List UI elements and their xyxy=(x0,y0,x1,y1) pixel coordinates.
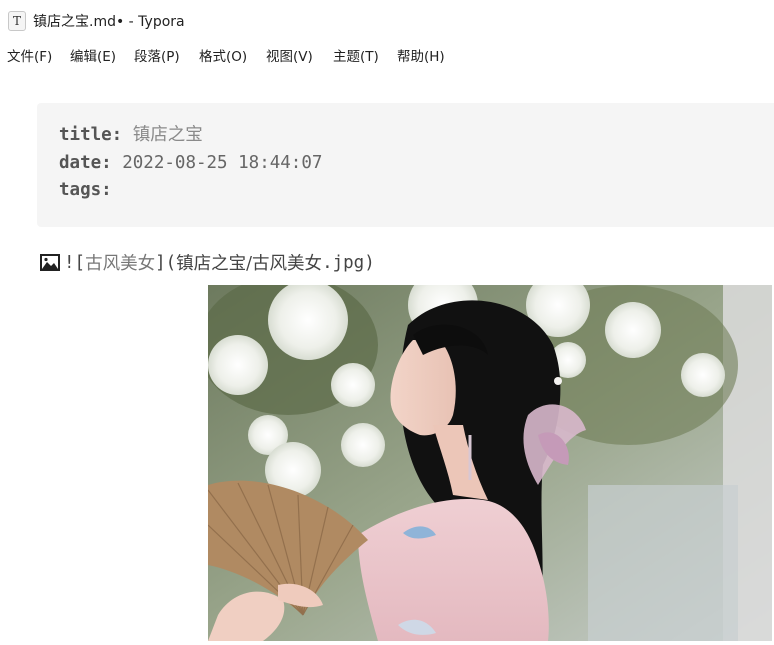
yaml-front-matter-block[interactable]: title: 镇店之宝 date: 2022-08-25 18:44:07 ta… xyxy=(37,103,774,227)
image-markdown-source[interactable]: ![古风美女](镇店之宝/古风美女 .jpg) xyxy=(40,250,375,275)
typora-app-icon: T xyxy=(8,11,26,31)
title-bar: T 镇店之宝.md• - Typora xyxy=(0,0,774,40)
menu-file[interactable]: 文件(F) xyxy=(7,45,52,65)
window-title: 镇店之宝.md• - Typora xyxy=(33,14,185,30)
markdown-paren-open: ]( xyxy=(155,252,177,273)
menu-bar: 文件(F) 编辑(E) 段落(P) 格式(O) 视图(V) 主题(T) 帮助(H… xyxy=(0,40,774,68)
menu-theme[interactable]: 主题(T) xyxy=(333,45,379,65)
front-matter-date-value: 2022-08-25 18:44:07 xyxy=(122,152,323,173)
menu-format[interactable]: 格式(O) xyxy=(199,45,247,65)
photo-illustration xyxy=(208,285,772,641)
front-matter-tags-key: tags: xyxy=(59,180,112,200)
markdown-paren-close: ) xyxy=(364,252,375,273)
front-matter-title-value: 镇店之宝 xyxy=(132,125,203,145)
menu-paragraph[interactable]: 段落(P) xyxy=(134,45,180,65)
front-matter-date-key: date: xyxy=(59,152,112,173)
embedded-photo[interactable] xyxy=(208,285,772,641)
menu-edit[interactable]: 编辑(E) xyxy=(70,45,116,65)
image-extension: .jpg xyxy=(322,252,365,273)
front-matter-title-key: title: xyxy=(59,125,123,145)
menu-view[interactable]: 视图(V) xyxy=(266,45,313,65)
markdown-bang-bracket: ![ xyxy=(64,252,86,273)
image-alt-text: 古风美女 xyxy=(85,254,156,274)
picture-icon xyxy=(40,254,60,271)
image-path: 镇店之宝/古风美女 xyxy=(176,254,323,274)
menu-help[interactable]: 帮助(H) xyxy=(397,45,445,65)
